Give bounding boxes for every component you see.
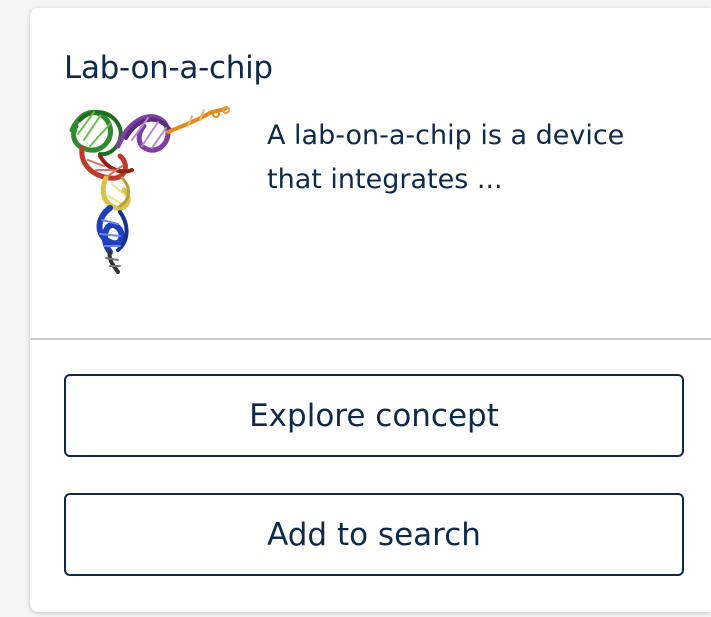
green-helix-arm	[69, 110, 123, 157]
card-divider	[30, 338, 711, 340]
orange-tail	[166, 106, 230, 134]
add-to-search-button[interactable]: Add to search	[64, 493, 684, 576]
explore-concept-button[interactable]: Explore concept	[64, 374, 684, 457]
concept-description: A lab-on-a-chip is a device that integra…	[267, 120, 625, 195]
purple-helix-arm	[115, 114, 172, 153]
yellow-helix-segment	[100, 175, 131, 211]
molecule-thumbnail-icon	[69, 106, 230, 274]
blue-helix-stem	[96, 205, 129, 255]
concept-title: Lab-on-a-chip	[64, 50, 273, 86]
concept-card-header: Lab-on-a-chip A lab-on-a-chip is a devic…	[30, 8, 711, 338]
concept-card: Lab-on-a-chip A lab-on-a-chip is a devic…	[30, 8, 711, 612]
dark-tail	[105, 250, 121, 274]
